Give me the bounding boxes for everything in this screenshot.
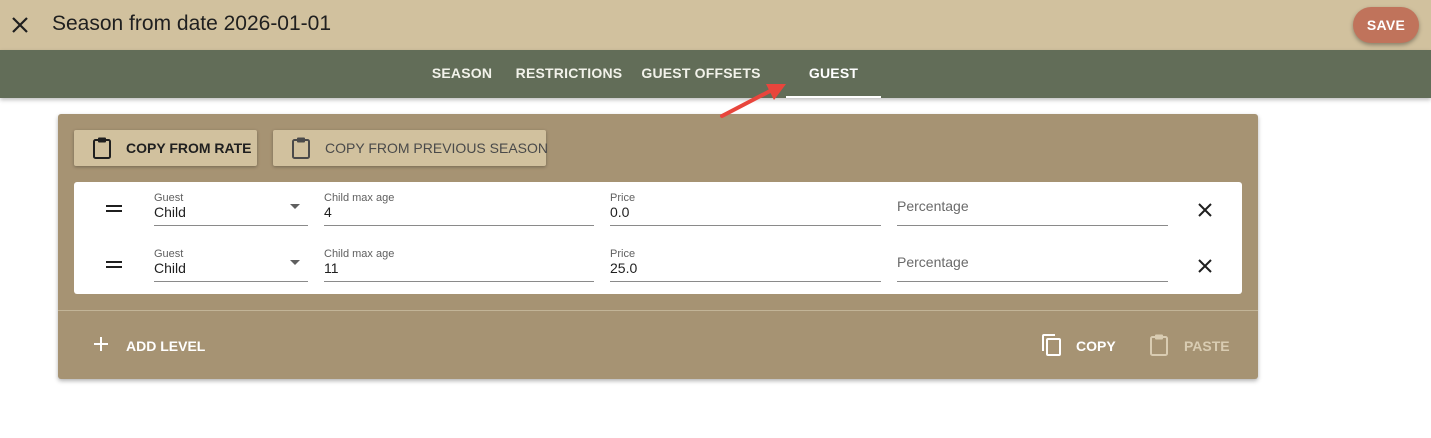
tab-season[interactable]: SEASON [426, 50, 498, 98]
child-max-age-value: 11 [324, 260, 339, 276]
child-max-age-field[interactable]: Child max age 11 [324, 238, 594, 282]
level-row: Guest Child Child max age 11 Price 25.0 … [74, 238, 1242, 294]
price-label: Price [610, 248, 636, 260]
guest-value: Child [154, 260, 186, 276]
plus-icon [94, 337, 108, 351]
tab-bar: SEASON RESTRICTIONS GUEST OFFSETS GUEST … [0, 50, 1431, 127]
clipboard-icon [292, 137, 310, 159]
divider [58, 310, 1258, 311]
child-max-age-field[interactable]: Child max age 4 [324, 182, 594, 226]
copy-from-rate-label: COPY FROM RATE [126, 140, 252, 156]
guest-select[interactable]: Guest Child [154, 238, 308, 282]
clipboard-icon [93, 137, 111, 159]
copy-button[interactable]: COPY [1038, 328, 1118, 364]
copy-icon [1042, 334, 1061, 356]
percentage-field[interactable]: Percentage [897, 238, 1168, 282]
paste-label: PASTE [1184, 338, 1230, 354]
price-label: Price [610, 192, 636, 204]
price-field[interactable]: Price 25.0 [610, 238, 881, 282]
levels-table: Guest Child Child max age 4 Price 0.0 Pe… [74, 182, 1242, 294]
remove-level-icon[interactable] [1197, 258, 1213, 274]
level-row: Guest Child Child max age 4 Price 0.0 Pe… [74, 182, 1242, 238]
price-field[interactable]: Price 0.0 [610, 182, 881, 226]
copy-from-previous-season-label: COPY FROM PREVIOUS SEASON [325, 140, 549, 156]
dropdown-arrow-icon [290, 260, 300, 265]
remove-level-icon[interactable] [1197, 202, 1213, 218]
child-max-age-label: Child max age [324, 248, 395, 260]
percentage-placeholder: Percentage [897, 254, 969, 270]
percentage-placeholder: Percentage [897, 198, 969, 214]
copy-from-previous-season-button[interactable]: COPY FROM PREVIOUS SEASON [273, 130, 549, 166]
price-value: 0.0 [610, 204, 630, 220]
dialog-header: Season from date 2026-01-01 SAVE [0, 0, 1431, 50]
copy-from-rate-button[interactable]: COPY FROM RATE [74, 130, 257, 166]
paste-button[interactable]: PASTE [1148, 328, 1238, 364]
tab-restrictions[interactable]: RESTRICTIONS [512, 50, 626, 98]
drag-handle-icon[interactable] [106, 204, 122, 214]
price-value: 25.0 [610, 260, 638, 276]
guest-label: Guest [154, 192, 184, 204]
close-icon[interactable] [8, 13, 32, 37]
tab-guest-offsets[interactable]: GUEST OFFSETS [640, 50, 762, 98]
guest-label: Guest [154, 248, 184, 260]
tab-guest-levels[interactable]: GUEST LEVELS [786, 50, 881, 127]
guest-value: Child [154, 204, 186, 220]
add-level-button[interactable]: ADD LEVEL [90, 328, 240, 364]
save-button[interactable]: SAVE [1353, 7, 1419, 43]
child-max-age-label: Child max age [324, 192, 395, 204]
dropdown-arrow-icon [290, 204, 300, 209]
child-max-age-value: 4 [324, 204, 332, 220]
guest-levels-panel: COPY FROM RATE COPY FROM PREVIOUS SEASON… [58, 114, 1258, 379]
page-title: Season from date 2026-01-01 [52, 12, 332, 35]
percentage-field[interactable]: Percentage [897, 182, 1168, 226]
paste-icon [1150, 334, 1168, 356]
add-level-label: ADD LEVEL [126, 338, 206, 354]
drag-handle-icon[interactable] [106, 260, 122, 270]
guest-select[interactable]: Guest Child [154, 182, 308, 226]
copy-label: COPY [1076, 338, 1116, 354]
